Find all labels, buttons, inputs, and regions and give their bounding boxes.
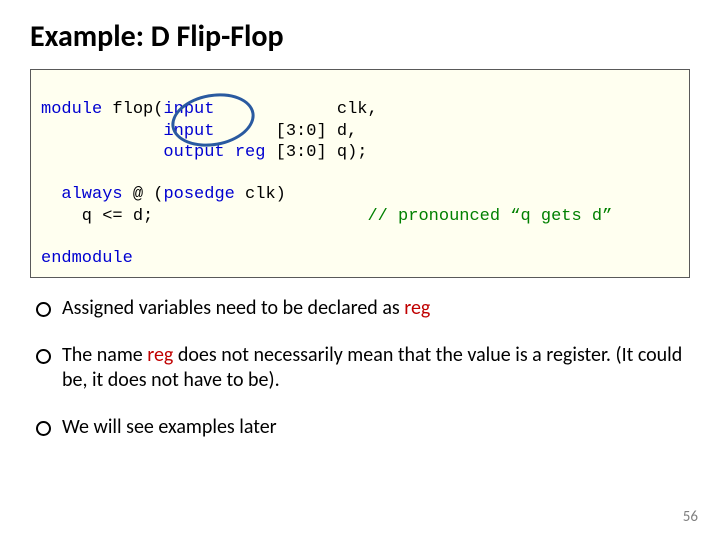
code-text: [3:0] d, — [214, 122, 357, 141]
bullet-list: Assigned variables need to be declared a… — [30, 296, 690, 440]
reg-keyword: reg — [147, 343, 173, 367]
page-number: 56 — [683, 508, 698, 526]
bullet-text: The name — [62, 343, 147, 367]
bullet-item: We will see examples later — [36, 415, 690, 440]
keyword-output: output — [163, 143, 224, 162]
code-text — [41, 122, 163, 141]
code-blank — [41, 164, 51, 183]
code-text: clk, — [214, 100, 377, 119]
keyword-posedge: posedge — [163, 185, 234, 204]
reg-keyword: reg — [404, 296, 430, 320]
code-comment: // pronounced “q gets d” — [367, 207, 612, 226]
keyword-endmodule: endmodule — [41, 249, 133, 268]
bullet-item: The name reg does not necessarily mean t… — [36, 343, 690, 393]
slide-title: Example: D Flip-Flop — [30, 18, 690, 55]
code-text: clk) — [235, 185, 286, 204]
keyword-input: input — [163, 100, 214, 119]
code-text — [41, 185, 61, 204]
bullet-text: Assigned variables need to be declared a… — [62, 296, 404, 320]
code-text: @ ( — [123, 185, 164, 204]
keyword-always: always — [61, 185, 122, 204]
code-text: [3:0] q); — [265, 143, 367, 162]
code-text: q <= d; — [41, 207, 367, 226]
keyword-module: module — [41, 100, 102, 119]
bullet-item: Assigned variables need to be declared a… — [36, 296, 690, 321]
bullet-text: We will see examples later — [62, 415, 277, 439]
code-text — [41, 143, 163, 162]
keyword-input: input — [163, 122, 214, 141]
code-text: flop( — [102, 100, 163, 119]
code-block: module flop(input clk, input [3:0] d, ou… — [30, 69, 690, 278]
code-text — [225, 143, 235, 162]
code-blank — [41, 228, 51, 247]
keyword-reg: reg — [235, 143, 266, 162]
